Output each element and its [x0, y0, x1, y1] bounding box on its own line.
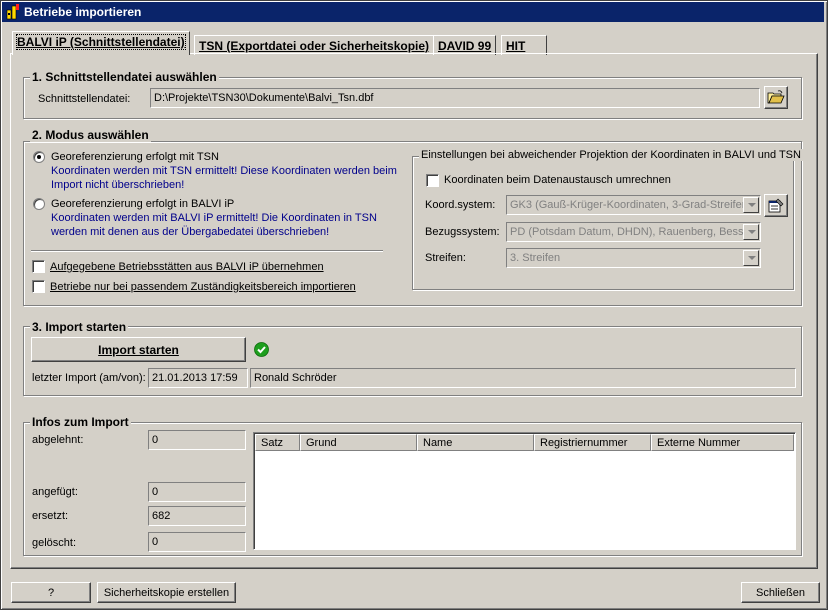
added-label: angefügt: [32, 486, 78, 498]
tab-david[interactable]: DAVID 99 [433, 35, 497, 55]
projection-title: Einstellungen bei abweichender Projektio… [419, 149, 803, 161]
title-bar[interactable]: Betriebe importieren [2, 2, 824, 22]
strip-value: 3. Streifen [510, 252, 561, 264]
info-title: Infos zum Import [30, 415, 131, 429]
rejected-value: 0 [148, 430, 246, 450]
col-header-grund[interactable]: Grund [300, 434, 417, 451]
chevron-down-icon[interactable] [743, 224, 759, 240]
coord-properties-button[interactable] [764, 194, 788, 217]
tab-tsn-label: TSN (Exportdatei oder Sicherheitskopie) [199, 39, 430, 53]
import-log-list[interactable]: Satz Grund Name Registriernummer Externe… [253, 432, 796, 550]
strip-select[interactable]: 3. Streifen [506, 248, 761, 268]
file-label: Schnittstellendatei: [38, 93, 131, 105]
coord-system-label: Koord.system: [425, 199, 496, 211]
tab-balvi[interactable]: BALVI iP (Schnittstellendatei) [12, 31, 190, 55]
browse-file-button[interactable] [764, 86, 788, 109]
tab-hit[interactable]: HIT [501, 35, 547, 55]
radio-balvi-desc-1: Koordinaten werden mit BALVI iP ermittel… [51, 212, 377, 224]
check-ok-icon [254, 342, 269, 357]
rejected-label: abgelehnt: [32, 434, 84, 446]
backup-button[interactable]: Sicherheitskopie erstellen [97, 582, 236, 603]
radio-tsn-label[interactable]: Georeferenzierung erfolgt mit TSN [51, 151, 219, 163]
coord-system-value: GK3 (Gauß-Krüger-Koordinaten, 3-Grad-Str… [510, 199, 752, 211]
section1-title: 1. Schnittstellendatei auswählen [30, 70, 219, 84]
coord-system-select[interactable]: GK3 (Gauß-Krüger-Koordinaten, 3-Grad-Str… [506, 195, 761, 215]
radio-balvi-georef[interactable] [33, 198, 45, 210]
ref-system-select[interactable]: PD (Potsdam Datum, DHDN), Rauenberg, Bes… [506, 222, 761, 242]
tab-tsn[interactable]: TSN (Exportdatei oder Sicherheitskopie) [194, 35, 435, 55]
window-title: Betriebe importieren [24, 5, 142, 19]
col-header-name[interactable]: Name [417, 434, 534, 451]
close-button[interactable]: Schließen [741, 582, 820, 603]
ref-system-value: PD (Potsdam Datum, DHDN), Rauenberg, Bes… [510, 226, 753, 238]
col-header-registriernummer[interactable]: Registriernummer [534, 434, 651, 451]
checkbox-abandoned-sites-label[interactable]: Aufgegebene Betriebsstätten aus BALVI iP… [50, 261, 324, 273]
radio-tsn-desc-2: Import nicht überschrieben! [51, 179, 185, 191]
col-header-externe-nummer[interactable]: Externe Nummer [651, 434, 794, 451]
last-import-date: 21.01.2013 17:59 [148, 368, 248, 388]
col-header-satz[interactable]: Satz [255, 434, 300, 451]
section2-title: 2. Modus auswählen [30, 128, 151, 142]
deleted-value: 0 [148, 532, 246, 552]
added-value: 0 [148, 482, 246, 502]
checkbox-convert-coords-label[interactable]: Koordinaten beim Datenaustausch umrechne… [444, 174, 671, 186]
chevron-down-icon[interactable] [743, 250, 759, 266]
tab-david-label: DAVID 99 [438, 39, 492, 53]
checkbox-convert-coords[interactable] [426, 174, 439, 187]
radio-balvi-label[interactable]: Georeferenzierung erfolgt in BALVI iP [51, 198, 234, 210]
section3-title: 3. Import starten [30, 320, 129, 334]
mode-separator [31, 250, 383, 252]
checkbox-jurisdiction[interactable] [32, 280, 45, 293]
checkbox-jurisdiction-label[interactable]: Betriebe nur bei passendem Zuständigkeit… [50, 281, 356, 293]
file-path-field[interactable]: D:\Projekte\TSN30\Dokumente\Balvi_Tsn.db… [150, 88, 760, 108]
deleted-label: gelöscht: [32, 537, 77, 549]
radio-balvi-desc-2: werden mit denen aus der Übergabedatei ü… [51, 226, 330, 238]
strip-label: Streifen: [425, 252, 466, 264]
last-import-label: letzter Import (am/von): [32, 372, 146, 384]
import-start-label: Import starten [98, 342, 179, 357]
folder-open-icon [767, 89, 785, 103]
tab-hit-label: HIT [506, 39, 526, 53]
properties-icon [768, 198, 784, 212]
radio-tsn-georef[interactable] [33, 151, 45, 163]
help-button[interactable]: ? [11, 582, 91, 603]
app-icon [6, 4, 19, 20]
checkbox-abandoned-sites[interactable] [32, 260, 45, 273]
chevron-down-icon[interactable] [743, 197, 759, 213]
replaced-value: 682 [148, 506, 246, 526]
replaced-label: ersetzt: [32, 510, 69, 522]
tab-balvi-label: BALVI iP (Schnittstellendatei) [16, 34, 186, 50]
last-import-user: Ronald Schröder [250, 368, 796, 388]
radio-tsn-desc-1: Koordinaten werden mit TSN ermittelt! Di… [51, 165, 397, 177]
import-start-button[interactable]: Import starten [31, 337, 246, 362]
ref-system-label: Bezugssystem: [425, 226, 500, 238]
